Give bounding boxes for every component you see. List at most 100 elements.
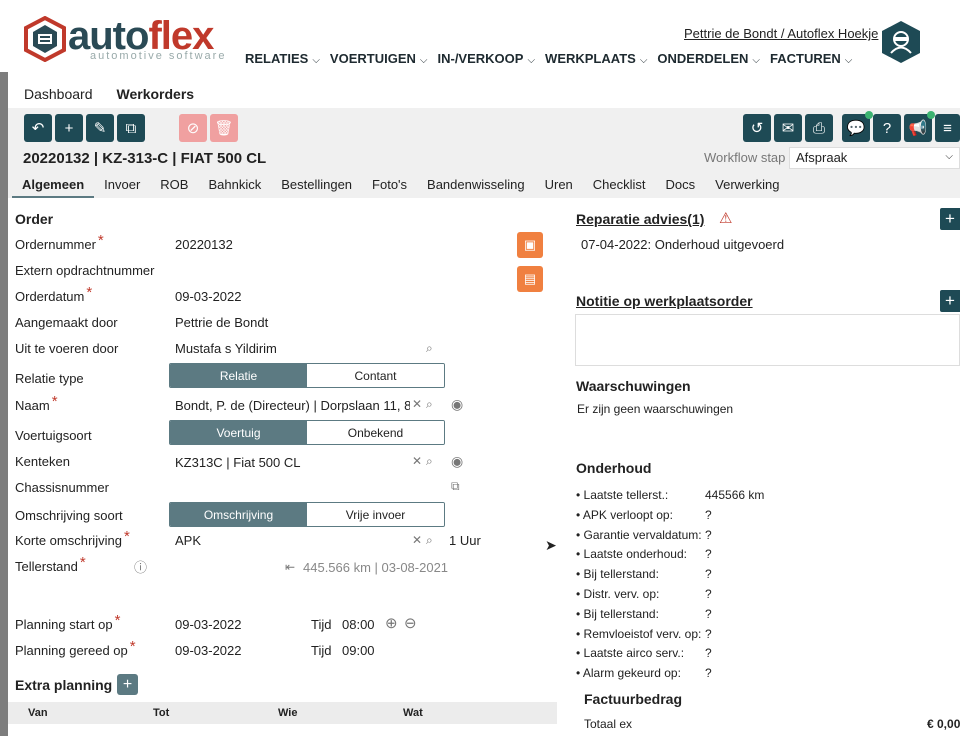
- nav-werkplaats[interactable]: WERKPLAATS ⌵: [545, 51, 647, 66]
- search-icon[interactable]: ⌕: [426, 454, 433, 469]
- tab-algemeen[interactable]: Algemeen: [12, 177, 95, 198]
- tijd-label: Tijd: [311, 643, 332, 658]
- onderhoud-label: • Laatste airco serv.:: [576, 646, 685, 661]
- omschrijving-option[interactable]: Omschrijving: [170, 503, 307, 526]
- import-icon[interactable]: ⇤: [285, 560, 295, 574]
- clear-icon[interactable]: ✕: [412, 533, 422, 547]
- notitie-heading[interactable]: Notitie op werkplaatsorder: [576, 293, 753, 309]
- tab-checklist[interactable]: Checklist: [583, 177, 656, 198]
- user-link[interactable]: Pettrie de Bondt / Autoflex Hoekje: [684, 26, 878, 41]
- delete-button[interactable]: 🗑: [210, 114, 238, 142]
- envelope-icon: ✉: [781, 120, 795, 137]
- announce-button[interactable]: 📢: [904, 111, 935, 142]
- tab-bandenwisseling[interactable]: Bandenwisseling: [417, 177, 535, 198]
- tab-bestellingen[interactable]: Bestellingen: [271, 177, 362, 198]
- planning-start-value[interactable]: 09-03-2022: [175, 617, 242, 632]
- planning-gereed-value[interactable]: 09-03-2022: [175, 643, 242, 658]
- onderhoud-value: ?: [705, 547, 712, 562]
- vrije-invoer-option[interactable]: Vrije invoer: [307, 503, 444, 526]
- tab-verwerking[interactable]: Verwerking: [705, 177, 789, 198]
- add-notitie-button[interactable]: +: [940, 290, 960, 312]
- nav-voertuigen[interactable]: VOERTUIGEN ⌵: [330, 51, 428, 66]
- tab-rob[interactable]: ROB: [150, 177, 198, 198]
- waarschuwingen-text: Er zijn geen waarschuwingen: [577, 402, 734, 416]
- tijd-start-value[interactable]: 08:00: [342, 617, 375, 632]
- back-button[interactable]: ↶: [24, 114, 52, 142]
- block-icon: ⊘: [186, 120, 200, 137]
- onderhoud-value: 445566 km: [705, 488, 765, 502]
- edit-button[interactable]: ✎: [86, 114, 114, 142]
- voertuig-option[interactable]: Voertuig: [170, 421, 307, 444]
- print-button[interactable]: ⎙: [805, 114, 833, 142]
- cancel-button[interactable]: ⊘: [179, 114, 207, 142]
- totaal-label: Totaal ex: [584, 717, 633, 731]
- uitvoeren-label: Uit te voeren door: [15, 341, 119, 356]
- board-button[interactable]: ▣: [517, 232, 543, 258]
- user-avatar-icon[interactable]: [880, 20, 922, 64]
- clear-icon[interactable]: ✕: [412, 454, 422, 468]
- add-extra-planning-button[interactable]: +: [117, 674, 138, 695]
- page-tabs: Dashboard Werkorders: [12, 84, 207, 110]
- mail-button[interactable]: ✉: [774, 114, 802, 142]
- workorder-title: 20220132 | KZ-313-C | FIAT 500 CL: [23, 150, 267, 167]
- kenteken-value[interactable]: KZ313C | Fiat 500 CL: [175, 455, 301, 470]
- minus-circle-icon[interactable]: ⊖: [404, 614, 417, 632]
- nav-facturen[interactable]: FACTUREN ⌵: [770, 51, 852, 66]
- help-circle-icon[interactable]: ⓘ: [134, 557, 147, 576]
- copy-button[interactable]: ⧉: [117, 114, 145, 142]
- trash-icon: 🗑: [214, 120, 234, 137]
- hamburger-icon: ≡: [943, 119, 952, 137]
- plus-circle-icon[interactable]: ⊕: [385, 614, 398, 632]
- pencil-icon: ✎: [93, 120, 107, 137]
- tab-bahnkick[interactable]: Bahnkick: [198, 177, 271, 198]
- notitie-textarea[interactable]: [575, 314, 960, 366]
- onbekend-option[interactable]: Onbekend: [307, 421, 444, 444]
- relatie-type-label: Relatie type: [15, 371, 84, 386]
- tab-invoer[interactable]: Invoer: [94, 177, 150, 198]
- menu-button[interactable]: ≡: [935, 114, 960, 142]
- ordernummer-value: 20220132: [175, 237, 233, 252]
- extra-planning-heading: Extra planning: [15, 677, 113, 693]
- onderhoud-label: • Bij tellerstand:: [576, 567, 659, 582]
- onderhoud-label: • Bij tellerstand:: [576, 606, 659, 621]
- history-button[interactable]: ↺: [743, 114, 771, 142]
- uitvoeren-value[interactable]: Mustafa s Yildirim: [175, 341, 277, 356]
- copy-icon[interactable]: ⧉: [451, 479, 460, 494]
- chat-button[interactable]: 💬: [842, 111, 873, 142]
- tab-werkorders[interactable]: Werkorders: [104, 84, 207, 110]
- korte-omschr-value[interactable]: APK: [175, 533, 201, 548]
- clear-icon[interactable]: ✕: [412, 397, 422, 411]
- add-button[interactable]: +: [55, 114, 83, 142]
- workflow-label: Workflow stap: [704, 150, 786, 165]
- tijd-gereed-value[interactable]: 09:00: [342, 643, 375, 658]
- eye-icon[interactable]: ◉: [451, 453, 463, 470]
- nav-onderdelen[interactable]: ONDERDELEN ⌵: [657, 51, 760, 66]
- search-icon[interactable]: ⌕: [426, 533, 433, 548]
- tab-docs[interactable]: Docs: [656, 177, 706, 198]
- naam-value[interactable]: Bondt, P. de (Directeur) | Dorpslaan 11,…: [175, 398, 410, 413]
- chevron-down-icon: ⌵: [945, 151, 953, 162]
- add-reparatie-button[interactable]: +: [940, 208, 960, 230]
- order-heading: Order: [15, 211, 54, 227]
- contant-option[interactable]: Contant: [307, 364, 444, 387]
- garage-button[interactable]: ▤: [517, 266, 543, 292]
- eye-icon[interactable]: ◉: [451, 396, 463, 413]
- voertuigsoort-label: Voertuigsoort: [15, 428, 92, 443]
- onderhoud-value: ?: [705, 646, 712, 661]
- megaphone-icon: 📢: [908, 120, 928, 137]
- tab-dashboard[interactable]: Dashboard: [12, 84, 105, 110]
- workflow-select[interactable]: Afspraak ⌵: [789, 147, 960, 169]
- help-button[interactable]: ?: [873, 114, 901, 142]
- nav-in-verkoop[interactable]: IN-/VERKOOP ⌵: [437, 51, 535, 66]
- relatie-option[interactable]: Relatie: [170, 364, 307, 387]
- col-van: Van: [28, 707, 48, 719]
- search-icon[interactable]: ⌕: [426, 397, 433, 412]
- tab-uren[interactable]: Uren: [535, 177, 583, 198]
- orderdatum-value: 09-03-2022: [175, 289, 242, 304]
- nav-relaties[interactable]: RELATIES ⌵: [245, 51, 320, 66]
- search-icon[interactable]: ⌕: [426, 341, 433, 356]
- tab-fotos[interactable]: Foto's: [362, 177, 417, 198]
- plus-icon: +: [122, 675, 133, 693]
- reparatie-advies-heading[interactable]: Reparatie advies(1): [576, 211, 704, 227]
- onderhoud-value: ?: [705, 507, 712, 522]
